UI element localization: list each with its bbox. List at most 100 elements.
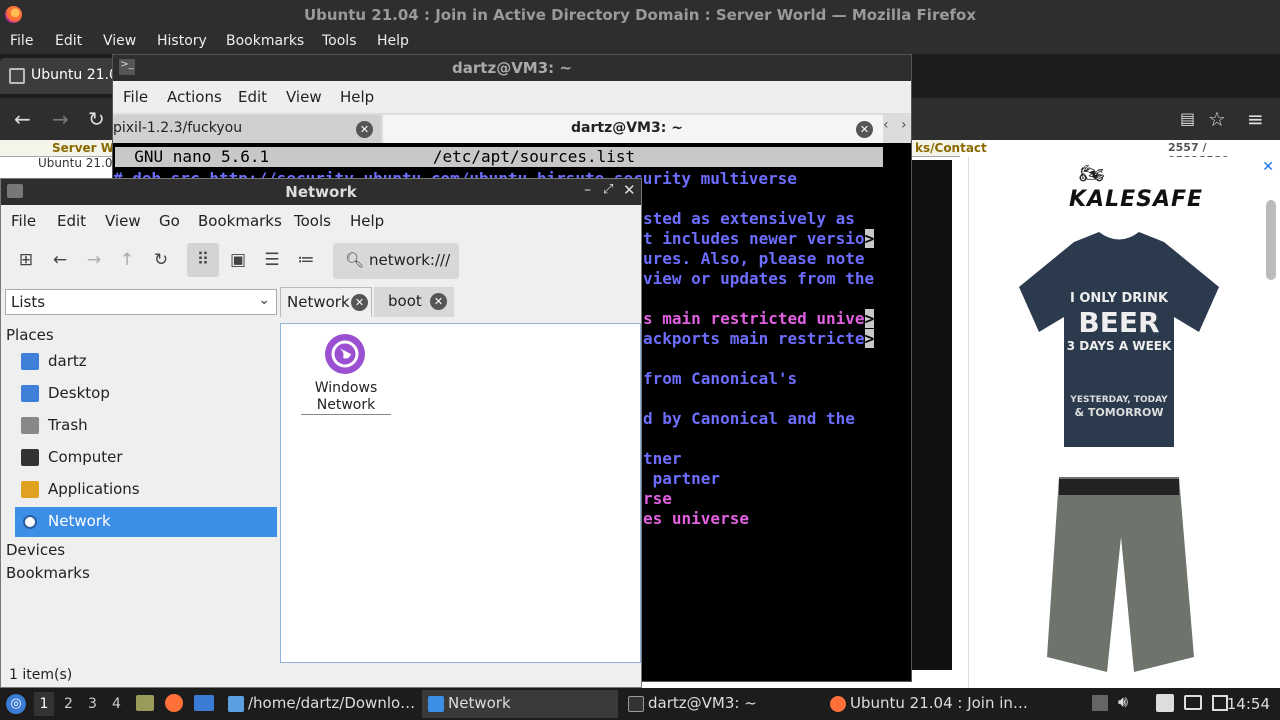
terminal-line: t includes newer versio>: [643, 229, 875, 249]
clock[interactable]: 14:54: [1227, 695, 1270, 713]
fm-tab-boot[interactable]: boot ✕: [374, 287, 454, 317]
close-window-icon[interactable]: ✕: [623, 181, 636, 199]
hamburger-menu-icon[interactable]: ≡: [1247, 107, 1264, 131]
new-tab-icon[interactable]: ⊞: [13, 247, 39, 273]
advertisement[interactable]: ✕ 🏍 KALESAFE I ONLY DRINK BEER 3 DAYS A …: [968, 157, 1280, 688]
start-menu-icon[interactable]: ◎: [6, 694, 26, 714]
sidebar-item-applications[interactable]: Applications: [15, 475, 277, 505]
terminal-tab-pixil[interactable]: pixil-1.2.3/fuckyou ✕: [113, 115, 381, 143]
icon-view-icon[interactable]: ⠿: [187, 243, 219, 277]
close-tab-icon[interactable]: ✕: [351, 294, 368, 311]
desktop-launcher-icon[interactable]: [194, 695, 214, 711]
reload-icon[interactable]: ↻: [148, 247, 174, 273]
forward-icon[interactable]: →: [52, 107, 69, 131]
terminal-tab-active[interactable]: dartz@VM3: ~ ✕: [383, 115, 883, 143]
firefox-menu-history[interactable]: History: [157, 33, 207, 49]
reload-icon[interactable]: ↻: [88, 107, 105, 131]
fm-menu-bookmarks[interactable]: Bookmarks: [198, 212, 282, 230]
workspace-1[interactable]: 1: [34, 692, 54, 716]
terminal-menu-edit[interactable]: Edit: [238, 88, 267, 106]
location-bar[interactable]: 🔍︎ network:///: [333, 243, 459, 279]
fm-menu-edit[interactable]: Edit: [57, 212, 86, 230]
ad-close-icon[interactable]: ✕: [1262, 159, 1274, 175]
side-pane-mode-select[interactable]: Lists ⌄: [5, 289, 277, 315]
fm-menu-go[interactable]: Go: [159, 212, 180, 230]
terminal-line: ures. Also, please note: [643, 249, 865, 269]
close-tab-icon[interactable]: ✕: [430, 293, 447, 310]
bookmarks-heading[interactable]: Bookmarks: [6, 564, 90, 582]
firefox-menu-edit[interactable]: Edit: [55, 33, 82, 49]
terminal-line-text: from Canonical's: [643, 369, 798, 388]
fm-tab-network[interactable]: Network ✕: [280, 287, 372, 317]
workspace-2[interactable]: 2: [64, 696, 73, 712]
forward-icon[interactable]: →: [81, 247, 107, 273]
tab-favicon-icon: [9, 68, 25, 84]
maximize-icon[interactable]: ⤢: [603, 182, 613, 197]
back-icon[interactable]: ←: [14, 107, 31, 131]
detailed-view-icon[interactable]: ≔: [293, 247, 319, 273]
windows-network-item[interactable]: Windows Network: [283, 326, 409, 416]
sidebar-item-label: dartz: [48, 352, 87, 370]
sidebar-item-desktop[interactable]: Desktop: [15, 379, 277, 409]
firefox-launcher-icon[interactable]: [165, 694, 183, 712]
firefox-menu-bookmarks[interactable]: Bookmarks: [226, 33, 304, 49]
terminal-line: partner: [643, 469, 720, 489]
tray-arrow-icon[interactable]: [1092, 695, 1108, 711]
terminal-line: view or updates from the: [643, 269, 874, 289]
volume-icon[interactable]: 🔊︎: [1118, 692, 1128, 712]
close-tab-icon[interactable]: ✕: [356, 121, 373, 138]
firefox-menu-file[interactable]: File: [10, 33, 33, 49]
file-view-pane[interactable]: Windows Network: [280, 323, 641, 663]
tab-scroll-right-icon[interactable]: ›: [901, 117, 907, 133]
back-icon[interactable]: ←: [47, 247, 73, 273]
workspace-3[interactable]: 3: [88, 696, 97, 712]
fm-menu-tools[interactable]: Tools: [294, 212, 331, 230]
fm-menu-help[interactable]: Help: [350, 212, 384, 230]
monitor-icon[interactable]: [1184, 695, 1202, 710]
task-network[interactable]: Network: [422, 690, 618, 718]
workspace-4[interactable]: 4: [112, 696, 121, 712]
contact-link[interactable]: ks/Contact: [915, 141, 987, 155]
reader-view-icon[interactable]: ▤: [1180, 109, 1195, 128]
sidebar-item-computer[interactable]: Computer: [15, 443, 277, 473]
site-label[interactable]: Server W: [52, 141, 114, 155]
thumbnail-view-icon[interactable]: ▣: [225, 247, 251, 273]
firefox-menu-tools[interactable]: Tools: [322, 33, 357, 49]
terminal-menu-view[interactable]: View: [286, 88, 322, 106]
terminal-menu-help[interactable]: Help: [340, 88, 374, 106]
terminal-line-text: ures. Also, please note: [643, 249, 865, 268]
sidebar-item-dartz[interactable]: dartz: [15, 347, 277, 377]
task-image-viewer[interactable]: /home/dartz/Downlo…: [222, 690, 418, 718]
page-scrollbar[interactable]: [1266, 200, 1276, 280]
sidebar-item-trash[interactable]: Trash: [15, 411, 277, 441]
network-status-icon[interactable]: [1212, 695, 1228, 711]
terminal-line: s main restricted unive>: [643, 309, 875, 329]
task-label: Network: [448, 694, 511, 712]
clipboard-icon[interactable]: [1156, 694, 1174, 712]
firefox-tab[interactable]: Ubuntu 21.0: [0, 58, 120, 94]
terminal-icon: [628, 696, 644, 712]
terminal-line: sted as extensively as: [643, 209, 855, 229]
terminal-menu-file[interactable]: File: [123, 88, 148, 106]
compact-view-icon[interactable]: ☰: [259, 247, 285, 273]
task-firefox[interactable]: Ubuntu 21.04 : Join in…: [824, 690, 1028, 718]
firefox-menu-view[interactable]: View: [103, 33, 136, 49]
line-overflow-marker: >: [864, 229, 875, 248]
file-manager-window: Network – ⤢ ✕ File Edit View Go Bookmark…: [0, 178, 642, 688]
tab-scroll-left-icon[interactable]: ‹: [883, 117, 889, 133]
minimize-icon[interactable]: –: [584, 182, 591, 198]
status-bar-text: 1 item(s): [9, 667, 73, 683]
devices-heading[interactable]: Devices: [6, 541, 65, 559]
task-terminal[interactable]: dartz@VM3: ~: [622, 690, 818, 718]
firefox-menu-help[interactable]: Help: [377, 33, 409, 49]
firefox-tab-label: Ubuntu 21.0: [31, 67, 118, 83]
terminal-menu-actions[interactable]: Actions: [167, 88, 222, 106]
fm-menu-view[interactable]: View: [105, 212, 141, 230]
file-manager-launcher-icon[interactable]: [136, 695, 154, 711]
fm-menu-file[interactable]: File: [11, 212, 36, 230]
sidebar-item-network[interactable]: Network: [15, 507, 277, 537]
terminal-line: rse: [643, 489, 672, 509]
up-icon[interactable]: ↑: [114, 247, 140, 273]
close-tab-icon[interactable]: ✕: [856, 121, 873, 138]
bookmark-star-icon[interactable]: ☆: [1208, 107, 1226, 131]
